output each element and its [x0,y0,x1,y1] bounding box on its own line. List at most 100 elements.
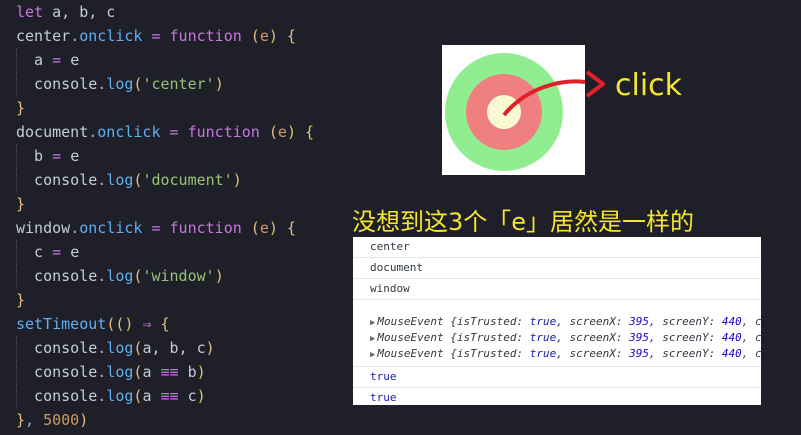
code-token: ( [259,123,278,141]
code-token: (() [106,315,143,333]
code-token: = [160,123,188,141]
code-token: function [187,123,260,141]
arrow-head-icon [585,70,605,98]
code-token: console [16,171,98,189]
console-event-row[interactable]: ▶ MouseEvent {isTrusted: true, screenX: 3… [353,330,761,346]
log-text: document [370,261,423,274]
code-token: c [16,243,44,261]
code-token: a [142,387,161,405]
event-key: , c [741,331,761,344]
code-line: center.onclick = function (e) { [0,24,801,48]
code-token: a, b, c [142,339,206,357]
expand-triangle-icon[interactable]: ▶ [370,318,375,328]
event-key: , screenX: [556,347,630,360]
code-token: ) [268,219,278,237]
result-text: true [370,391,397,404]
event-label: MouseEvent [377,347,444,360]
event-key: , c [741,347,761,360]
code-token: ≡≡ [160,363,179,381]
code-token: . [70,27,80,45]
code-token: = [142,219,170,237]
code-token: let [16,3,44,21]
event-key: isTrusted: [456,315,530,328]
indent-guide [16,384,17,408]
code-token: e [259,219,269,237]
code-token: ) [205,339,215,357]
code-token: ≡≡ [160,387,179,405]
event-brace: { [443,331,457,344]
code-token: a, b, c [43,3,116,21]
code-token: log [106,75,134,93]
indent-guide [16,144,17,168]
code-token: ) [196,363,206,381]
console-log-row: window [353,279,761,300]
code-token: { [277,27,296,45]
code-token: ) [79,411,89,429]
console-event-row[interactable]: ▶ MouseEvent {isTrusted: true, screenX: 3… [353,314,761,330]
code-token: = [43,243,71,261]
code-token: log [106,267,134,285]
event-brace: { [443,315,457,328]
code-token: . [88,123,98,141]
event-value: 395 [629,331,649,344]
code-token: 'window' [142,267,215,285]
console-event-row[interactable]: ▶ MouseEvent {isTrusted: true, screenX: 3… [353,346,761,362]
event-key: , screenX: [556,331,630,344]
code-token: a [16,51,44,69]
code-line: document.onclick = function (e) { [0,120,801,144]
code-token: log [106,387,134,405]
code-token: . [97,387,107,405]
expand-triangle-icon[interactable]: ▶ [370,334,375,344]
code-token: = [43,147,71,165]
result-text: true [370,370,397,383]
code-token: b [16,147,44,165]
expand-triangle-icon[interactable]: ▶ [370,350,375,360]
code-token: onclick [97,123,161,141]
code-token: e [70,243,80,261]
code-token: { [295,123,315,141]
code-token: . [97,171,107,189]
event-key: , screenX: [556,315,630,328]
code-token: ) [214,267,224,285]
code-token: ) [232,171,242,189]
event-label: MouseEvent [377,315,444,328]
code-token: 5000 [43,411,80,429]
event-brace: { [443,347,457,360]
event-value: 440 [721,315,742,328]
event-key: isTrusted: [456,347,530,360]
code-token: c [178,387,197,405]
code-token: function [169,219,242,237]
code-token: ( [241,27,260,45]
code-token: } [16,195,26,213]
code-token: { [151,315,170,333]
code-token: console [16,339,98,357]
code-token: log [106,339,134,357]
code-token: . [97,363,107,381]
code-token: 'document' [142,171,233,189]
code-token: log [106,171,134,189]
code-token: ) [268,27,278,45]
code-token: } [16,99,26,117]
indent-guide [16,168,17,192]
event-value: true [529,347,557,360]
code-token: } [16,411,26,429]
console-result-row: true [353,366,761,388]
code-line: }, 5000) [0,408,801,432]
event-key: , c [741,315,761,328]
console-log-row: document [353,258,761,279]
code-token: . [97,267,107,285]
devtools-console: center document window ▶ MouseEvent {isTr… [353,237,761,405]
code-token: e [70,147,80,165]
log-text: window [370,282,410,295]
event-value: 440 [721,331,742,344]
code-token: = [43,51,71,69]
event-key: , screenY: [649,315,722,328]
code-token: , [25,411,44,429]
code-line: b = e [0,144,801,168]
code-token: b [178,363,197,381]
indent-guide [16,336,17,360]
indent-guide [16,264,17,288]
code-token: e [259,27,269,45]
indent-guide [16,240,17,264]
target-figure [442,45,586,175]
